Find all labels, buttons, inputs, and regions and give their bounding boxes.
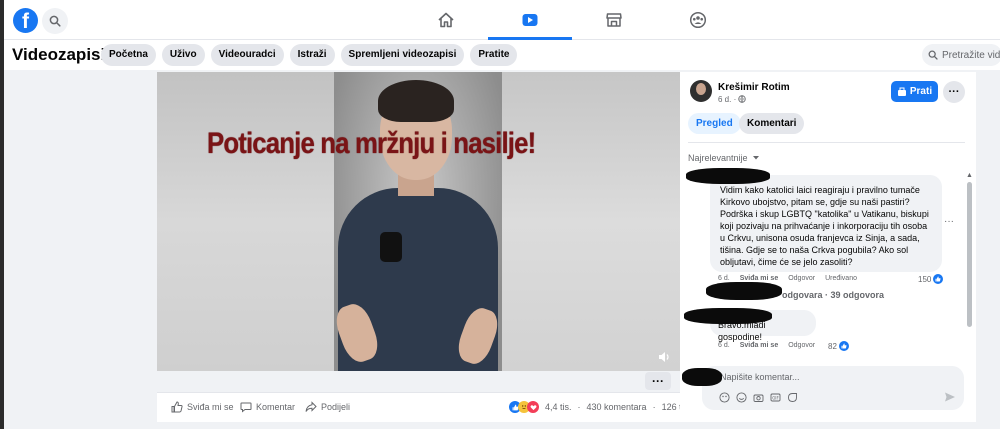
marketplace-icon bbox=[606, 13, 622, 27]
comment-button[interactable]: Komentar bbox=[240, 401, 295, 413]
comments-scrollbar[interactable]: ▲ ▼ bbox=[966, 172, 973, 332]
search-button[interactable] bbox=[42, 8, 68, 34]
watch-header: Videozapisi Početna Uživo Videouradci Is… bbox=[4, 40, 1000, 70]
reaction-count[interactable]: 4,4 tis. bbox=[545, 402, 572, 412]
comment-composer[interactable]: Napišite komentar... GIF bbox=[702, 366, 964, 410]
post-meta: 6 d. · bbox=[718, 95, 747, 104]
comment-actions: 6 d. Sviđa mi se Odgovor bbox=[718, 342, 816, 349]
comment-like-count[interactable]: 82 bbox=[828, 341, 849, 351]
tab-home[interactable]: Početna bbox=[101, 44, 156, 66]
nav-marketplace[interactable] bbox=[572, 0, 656, 40]
emoji-icon[interactable] bbox=[735, 391, 747, 403]
redacted-avatars bbox=[706, 282, 782, 300]
watch-tabs: Početna Uživo Videouradci Istraži Spreml… bbox=[101, 44, 518, 66]
video-blur-right bbox=[502, 72, 680, 371]
separator: · bbox=[577, 402, 581, 412]
thumbs-up-icon bbox=[171, 401, 183, 413]
love-reaction-icon bbox=[527, 401, 539, 413]
lapel-mic bbox=[380, 232, 402, 262]
send-icon bbox=[945, 392, 955, 402]
send-button[interactable] bbox=[944, 390, 956, 408]
redacted-name bbox=[686, 168, 770, 184]
video-player[interactable]: Poticanje na mržnju i nasilje! bbox=[157, 72, 680, 371]
comment-reply-button[interactable]: Odgovor bbox=[788, 275, 815, 282]
follow-page-icon bbox=[897, 87, 906, 96]
comment-sort-dropdown[interactable]: Najrelevantnije bbox=[688, 153, 760, 163]
comment-bubble: Vidim kako katolici laici reagiraju i pr… bbox=[710, 175, 942, 272]
search-icon bbox=[49, 15, 61, 27]
video-play-icon bbox=[522, 14, 538, 26]
globe-icon bbox=[738, 95, 747, 103]
nav-video[interactable] bbox=[488, 0, 572, 40]
post-more-button[interactable]: ··· bbox=[943, 81, 965, 103]
nav-home[interactable] bbox=[404, 0, 488, 40]
divider bbox=[688, 142, 965, 143]
home-icon bbox=[438, 12, 454, 28]
comment-input[interactable]: Napišite komentar... bbox=[720, 372, 800, 382]
tab-overview[interactable]: Pregled bbox=[688, 113, 741, 134]
nav-groups[interactable] bbox=[656, 0, 740, 40]
volume-icon bbox=[659, 352, 669, 362]
tab-live[interactable]: Uživo bbox=[161, 44, 205, 66]
like-reaction-icon bbox=[933, 274, 944, 284]
tab-saved-videos[interactable]: Spremljeni videozapisi bbox=[340, 44, 465, 66]
comment-reply-button[interactable]: Odgovor bbox=[788, 342, 815, 349]
comment-like-count[interactable]: 150 bbox=[918, 274, 944, 284]
scroll-up-arrow[interactable]: ▲ bbox=[966, 172, 973, 179]
comment-like-button[interactable]: Sviđa mi se bbox=[740, 342, 779, 349]
video-overlay-caption: Poticanje na mržnju i nasilje! bbox=[207, 127, 536, 160]
composer-toolbar: GIF bbox=[718, 391, 798, 403]
tab-following[interactable]: Pratite bbox=[470, 44, 518, 66]
follow-button[interactable]: Prati bbox=[891, 81, 938, 102]
chevron-down-icon bbox=[752, 156, 759, 160]
svg-text:GIF: GIF bbox=[772, 395, 779, 400]
comment-like-button[interactable]: Sviđa mi se bbox=[740, 275, 779, 282]
comment-edited-label: Uređivano bbox=[825, 275, 857, 282]
reaction-summary[interactable] bbox=[509, 401, 539, 413]
sticker-icon[interactable] bbox=[786, 391, 798, 403]
video-blur-left bbox=[157, 72, 334, 371]
facebook-logo[interactable]: f bbox=[13, 8, 38, 33]
view-replies-link[interactable]: odgovara · 39 odgovora bbox=[782, 290, 884, 300]
page-title: Videozapisi bbox=[12, 45, 106, 64]
top-navigation-bar: f bbox=[4, 0, 1000, 40]
video-more-button[interactable]: ··· bbox=[645, 372, 671, 390]
comment-text: Vidim kako katolici laici reagiraju i pr… bbox=[720, 185, 929, 267]
main-nav bbox=[404, 0, 740, 40]
comment-count[interactable]: 430 komentara bbox=[587, 402, 647, 412]
camera-icon[interactable] bbox=[752, 391, 764, 403]
search-placeholder: Pretražite videozapise bbox=[942, 49, 1000, 61]
author-avatar[interactable] bbox=[690, 80, 712, 102]
redacted-name bbox=[684, 308, 772, 324]
search-icon bbox=[928, 50, 938, 60]
scroll-thumb[interactable] bbox=[967, 182, 972, 327]
comments-panel: Krešimir Rotim 6 d. · Prati ··· Pregled … bbox=[680, 72, 976, 422]
volume-button[interactable] bbox=[655, 348, 673, 366]
like-reaction-icon bbox=[838, 341, 849, 351]
gif-icon[interactable]: GIF bbox=[769, 391, 781, 403]
video-search-input[interactable]: Pretražite videozapise bbox=[922, 44, 1000, 66]
share-icon bbox=[305, 401, 317, 412]
comment-actions: 6 d. Sviđa mi se Odgovor Uređivano bbox=[718, 275, 857, 282]
tab-comments[interactable]: Komentari bbox=[739, 113, 805, 134]
video-frame bbox=[334, 72, 502, 371]
tab-reels[interactable]: Videouradci bbox=[210, 44, 284, 66]
video-action-bar: Sviđa mi se Komentar Podijeli 4,4 tis. ·… bbox=[157, 392, 722, 422]
comment-options-button[interactable]: ··· bbox=[944, 216, 954, 227]
avatar-sticker-icon[interactable] bbox=[718, 391, 730, 403]
redacted-avatar bbox=[682, 368, 722, 386]
like-button[interactable]: Sviđa mi se bbox=[171, 401, 234, 413]
comment-icon bbox=[240, 402, 252, 413]
tab-explore[interactable]: Istraži bbox=[289, 44, 335, 66]
share-button[interactable]: Podijeli bbox=[305, 401, 350, 413]
author-name[interactable]: Krešimir Rotim bbox=[718, 82, 790, 93]
groups-icon bbox=[689, 11, 707, 29]
separator: · bbox=[652, 402, 656, 412]
